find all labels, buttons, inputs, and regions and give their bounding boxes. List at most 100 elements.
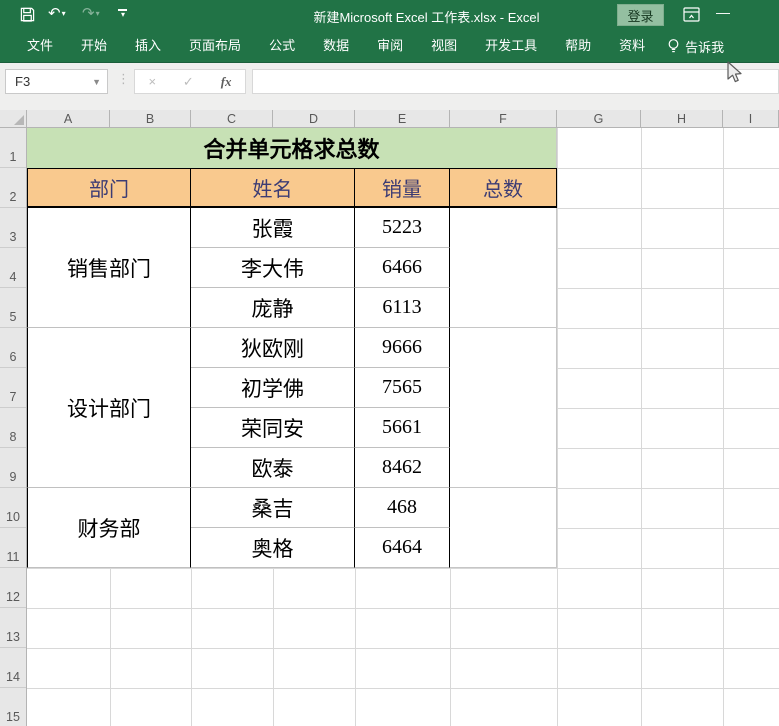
column-header-C[interactable]: C: [191, 110, 273, 127]
cell-name[interactable]: 狄欧刚: [191, 328, 355, 368]
ribbon-tab-ziliao[interactable]: 资料: [605, 30, 659, 62]
row-header-12[interactable]: 12: [0, 568, 26, 608]
sheet-grid[interactable]: 合并单元格求总数 部门 姓名 销量 总数 销售部门 设计部门 财务部 张霞 李大…: [27, 128, 779, 726]
ribbon-tab-developer[interactable]: 开发工具: [471, 30, 551, 62]
column-header-H[interactable]: H: [641, 110, 723, 127]
cell-header-total[interactable]: 总数: [450, 168, 557, 208]
row-header-4[interactable]: 4: [0, 248, 26, 288]
window-title: 新建Microsoft Excel 工作表.xlsx - Excel: [313, 10, 540, 25]
ribbon-tab-file[interactable]: 文件: [13, 30, 67, 62]
customize-quick-access-toolbar-button[interactable]: ▾: [118, 9, 128, 19]
name-box-dropdown-icon[interactable]: ▼: [92, 77, 107, 87]
column-header-D[interactable]: D: [273, 110, 355, 127]
gridline: [27, 608, 779, 609]
name-box[interactable]: F3 ▼: [5, 69, 108, 94]
cell-sales[interactable]: 6466: [355, 248, 450, 288]
cell-header-name[interactable]: 姓名: [191, 168, 355, 208]
tell-me-tab[interactable]: 告诉我: [659, 37, 732, 56]
cell-sales[interactable]: 6113: [355, 288, 450, 328]
cell-sales[interactable]: 8462: [355, 448, 450, 488]
cell-total-design-dept[interactable]: [450, 328, 557, 488]
row-header-1[interactable]: 1: [0, 128, 26, 168]
ribbon-tab-data[interactable]: 数据: [309, 30, 363, 62]
formula-buttons: × ✓ fx: [134, 69, 246, 94]
ribbon-tab-help[interactable]: 帮助: [551, 30, 605, 62]
title-bar: ↶▾ ↷▾ ▾ 新建Microsoft Excel 工作表.xlsx - Exc…: [0, 0, 779, 30]
cell-total-sales-dept[interactable]: [450, 208, 557, 328]
row-header-3[interactable]: 3: [0, 208, 26, 248]
name-box-value: F3: [15, 74, 31, 89]
cell-name[interactable]: 初学佛: [191, 368, 355, 408]
cell-sales[interactable]: 5661: [355, 408, 450, 448]
select-all-button[interactable]: [0, 110, 27, 128]
cell-name[interactable]: 欧泰: [191, 448, 355, 488]
cell-name[interactable]: 荣同安: [191, 408, 355, 448]
select-all-triangle-icon: [14, 115, 24, 125]
cell-name[interactable]: 桑吉: [191, 488, 355, 528]
row-header-14[interactable]: 14: [0, 648, 26, 688]
row-header-6[interactable]: 6: [0, 328, 26, 368]
gridline: [641, 128, 642, 726]
column-headers: ABCDEFGHI: [27, 110, 779, 128]
ribbon-display-options-icon[interactable]: [683, 7, 700, 22]
gridline: [27, 648, 779, 649]
row-header-13[interactable]: 13: [0, 608, 26, 648]
column-header-I[interactable]: I: [723, 110, 779, 127]
row-header-2[interactable]: 2: [0, 168, 26, 208]
redo-button[interactable]: ↷▾: [82, 4, 100, 22]
row-headers: 1 2 3 4 5 6 7 8 9 10 11 12 13 14 15: [0, 128, 27, 726]
row-header-11[interactable]: 11: [0, 528, 26, 568]
cell-sales[interactable]: 6464: [355, 528, 450, 568]
formula-input[interactable]: [252, 69, 779, 94]
cell-sales[interactable]: 5223: [355, 208, 450, 248]
cell-sales[interactable]: 468: [355, 488, 450, 528]
ribbon-tab-formulas[interactable]: 公式: [255, 30, 309, 62]
cell-sales[interactable]: 7565: [355, 368, 450, 408]
ribbon-tabs: 文件 开始 插入 页面布局 公式 数据 审阅 视图 开发工具 帮助 资料 告诉我: [0, 30, 779, 62]
gridline: [557, 128, 558, 726]
lightbulb-icon: [668, 39, 679, 53]
row-header-8[interactable]: 8: [0, 408, 26, 448]
save-icon[interactable]: [20, 7, 35, 22]
ribbon-tab-view[interactable]: 视图: [417, 30, 471, 62]
row-header-15[interactable]: 15: [0, 688, 26, 726]
ribbon-tab-insert[interactable]: 插入: [121, 30, 175, 62]
gridline: [27, 568, 779, 569]
cell-name[interactable]: 奥格: [191, 528, 355, 568]
cell-name[interactable]: 张霞: [191, 208, 355, 248]
cell-department-finance-dept[interactable]: 财务部: [27, 488, 191, 568]
cell-name[interactable]: 李大伟: [191, 248, 355, 288]
enter-icon[interactable]: ✓: [183, 74, 194, 90]
undo-button[interactable]: ↶▾: [48, 4, 66, 22]
cell-department-design-dept[interactable]: 设计部门: [27, 328, 191, 488]
column-header-B[interactable]: B: [110, 110, 191, 127]
row-header-9[interactable]: 9: [0, 448, 26, 488]
tell-me-label: 告诉我: [685, 39, 725, 55]
column-header-E[interactable]: E: [355, 110, 450, 127]
ribbon-tab-home[interactable]: 开始: [67, 30, 121, 62]
row-header-5[interactable]: 5: [0, 288, 26, 328]
cell-header-sales[interactable]: 销量: [355, 168, 450, 208]
cancel-icon[interactable]: ×: [148, 74, 156, 89]
column-header-A[interactable]: A: [27, 110, 110, 127]
gridline: [723, 128, 724, 726]
login-button[interactable]: 登录: [617, 4, 664, 26]
minimize-button[interactable]: —: [712, 4, 734, 20]
column-header-F[interactable]: F: [450, 110, 557, 127]
excel-window: ↶▾ ↷▾ ▾ 新建Microsoft Excel 工作表.xlsx - Exc…: [0, 0, 779, 726]
gridline: [27, 688, 779, 689]
cell-header-department[interactable]: 部门: [27, 168, 191, 208]
row-header-7[interactable]: 7: [0, 368, 26, 408]
ribbon-tab-page-layout[interactable]: 页面布局: [175, 30, 255, 62]
insert-function-icon[interactable]: fx: [221, 74, 232, 90]
cell-title-merged[interactable]: 合并单元格求总数: [27, 128, 557, 168]
formula-bar: F3 ▼ ⋮ × ✓ fx: [0, 62, 779, 110]
column-header-G[interactable]: G: [557, 110, 641, 127]
cell-department-sales-dept[interactable]: 销售部门: [27, 208, 191, 328]
formula-bar-grip[interactable]: ⋮: [117, 71, 130, 87]
cell-sales[interactable]: 9666: [355, 328, 450, 368]
cell-name[interactable]: 庞静: [191, 288, 355, 328]
row-header-10[interactable]: 10: [0, 488, 26, 528]
cell-total-finance-dept[interactable]: [450, 488, 557, 568]
ribbon-tab-review[interactable]: 审阅: [363, 30, 417, 62]
